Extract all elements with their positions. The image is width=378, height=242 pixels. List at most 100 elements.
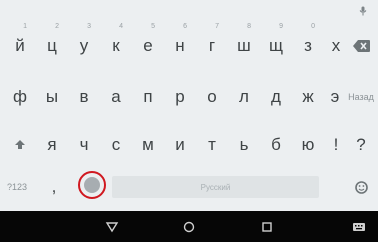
key-й[interactable]: й 1 [5, 23, 35, 64]
key-label: й [15, 36, 25, 55]
microphone-icon[interactable] [358, 6, 368, 16]
key-label: и [175, 135, 185, 154]
key-hint: 1 [23, 23, 27, 30]
key-label: ц [47, 36, 57, 55]
key-label: ч [79, 135, 89, 154]
key-label: т [208, 135, 216, 154]
key-label: ю [301, 135, 315, 154]
key-label: б [271, 135, 281, 154]
emoji-key[interactable] [346, 169, 376, 205]
keyboard-row-2: ф ы в а п р о л д ж э Назад [0, 79, 378, 115]
key-о[interactable]: о [197, 79, 227, 115]
action-key-label: Назад [348, 92, 374, 102]
key-hint: 7 [215, 23, 219, 30]
key-label: ь [239, 135, 249, 154]
key-hint: 5 [151, 23, 155, 30]
key-ш[interactable]: ш 8 [229, 23, 259, 64]
key-label: р [175, 87, 185, 106]
key-label: ! [333, 135, 339, 154]
key-е[interactable]: е 5 [133, 23, 163, 64]
key-г[interactable]: г 7 [197, 23, 227, 64]
key-х[interactable]: х [325, 28, 347, 64]
key-label: о [207, 87, 217, 106]
shift-icon [15, 140, 25, 149]
key-label: к [112, 36, 120, 55]
key-label: ш [237, 36, 251, 55]
key-question[interactable]: ? [346, 127, 376, 163]
comma-key[interactable]: , [42, 169, 66, 205]
key-label: в [79, 87, 89, 106]
key-б[interactable]: б [261, 127, 291, 163]
back-icon[interactable] [105, 220, 119, 234]
navigation-bar [0, 211, 378, 242]
keyboard-panel: й 1 ц 2 у 3 к 4 е 5 н 6 г 7 ш 8 щ 9 з 0 … [0, 0, 378, 211]
key-т[interactable]: т [197, 127, 227, 163]
key-label: ф [13, 87, 27, 106]
emoji-icon [354, 180, 368, 194]
key-ф[interactable]: ф [5, 79, 35, 115]
key-hint: 4 [119, 23, 123, 30]
key-label: п [143, 87, 153, 106]
key-label: г [208, 36, 216, 55]
key-к[interactable]: к 4 [101, 23, 131, 64]
keyboard-row-4: ?123 , Русский [0, 169, 378, 205]
key-label: ы [45, 87, 59, 106]
key-э[interactable]: э [325, 79, 345, 115]
key-в[interactable]: в [69, 79, 99, 115]
key-м[interactable]: м [133, 127, 163, 163]
key-р[interactable]: р [165, 79, 195, 115]
recents-icon[interactable] [260, 220, 274, 234]
key-д[interactable]: д [261, 79, 291, 115]
symbols-key[interactable]: ?123 [2, 169, 32, 205]
key-hint: 3 [87, 23, 91, 30]
key-label: е [143, 36, 153, 55]
key-я[interactable]: я [37, 127, 67, 163]
space-bar[interactable]: Русский [112, 176, 319, 198]
backspace-key[interactable] [346, 28, 376, 64]
key-с[interactable]: с [101, 127, 131, 163]
key-hint: 9 [279, 23, 283, 30]
key-у[interactable]: у 3 [69, 23, 99, 64]
key-ч[interactable]: ч [69, 127, 99, 163]
key-label: у [79, 36, 89, 55]
key-и[interactable]: и [165, 127, 195, 163]
key-н[interactable]: н 6 [165, 23, 195, 64]
key-ю[interactable]: ю [293, 127, 323, 163]
key-hint: 2 [55, 23, 59, 30]
key-hint: 6 [183, 23, 187, 30]
key-ц[interactable]: ц 2 [37, 23, 67, 64]
key-ь[interactable]: ь [229, 127, 259, 163]
shift-key[interactable] [5, 127, 35, 163]
key-label: х [331, 36, 341, 55]
keyboard-row-1: й 1 ц 2 у 3 к 4 е 5 н 6 г 7 ш 8 щ 9 з 0 … [0, 23, 378, 64]
key-label: ? [356, 135, 366, 154]
key-з[interactable]: з 0 [293, 23, 323, 64]
key-hint: 8 [247, 23, 251, 30]
key-label: щ [269, 36, 283, 55]
keyboard-row-3: я ч с м и т ь б ю ! ? [0, 127, 378, 163]
key-hint: 0 [311, 23, 315, 30]
key-label: э [330, 87, 340, 106]
key-label: д [271, 87, 281, 106]
key-label: л [239, 87, 249, 106]
highlight-circle [78, 171, 106, 199]
key-label: ж [302, 87, 314, 106]
home-icon[interactable] [182, 220, 196, 234]
key-ы[interactable]: ы [37, 79, 67, 115]
key-label: а [111, 87, 121, 106]
symbols-key-label: ?123 [6, 182, 28, 192]
key-label: с [111, 135, 121, 154]
key-щ[interactable]: щ 9 [261, 23, 291, 64]
key-label: , [51, 177, 57, 196]
key-exclamation[interactable]: ! [325, 127, 347, 163]
action-key[interactable]: Назад [346, 79, 376, 115]
key-ж[interactable]: ж [293, 79, 323, 115]
key-label: н [175, 36, 185, 55]
key-п[interactable]: п [133, 79, 163, 115]
space-bar-label: Русский [200, 182, 231, 192]
key-л[interactable]: л [229, 79, 259, 115]
key-а[interactable]: а [101, 79, 131, 115]
key-label: м [142, 135, 154, 154]
key-label: з [304, 36, 312, 55]
keyboard-icon[interactable] [352, 220, 366, 234]
